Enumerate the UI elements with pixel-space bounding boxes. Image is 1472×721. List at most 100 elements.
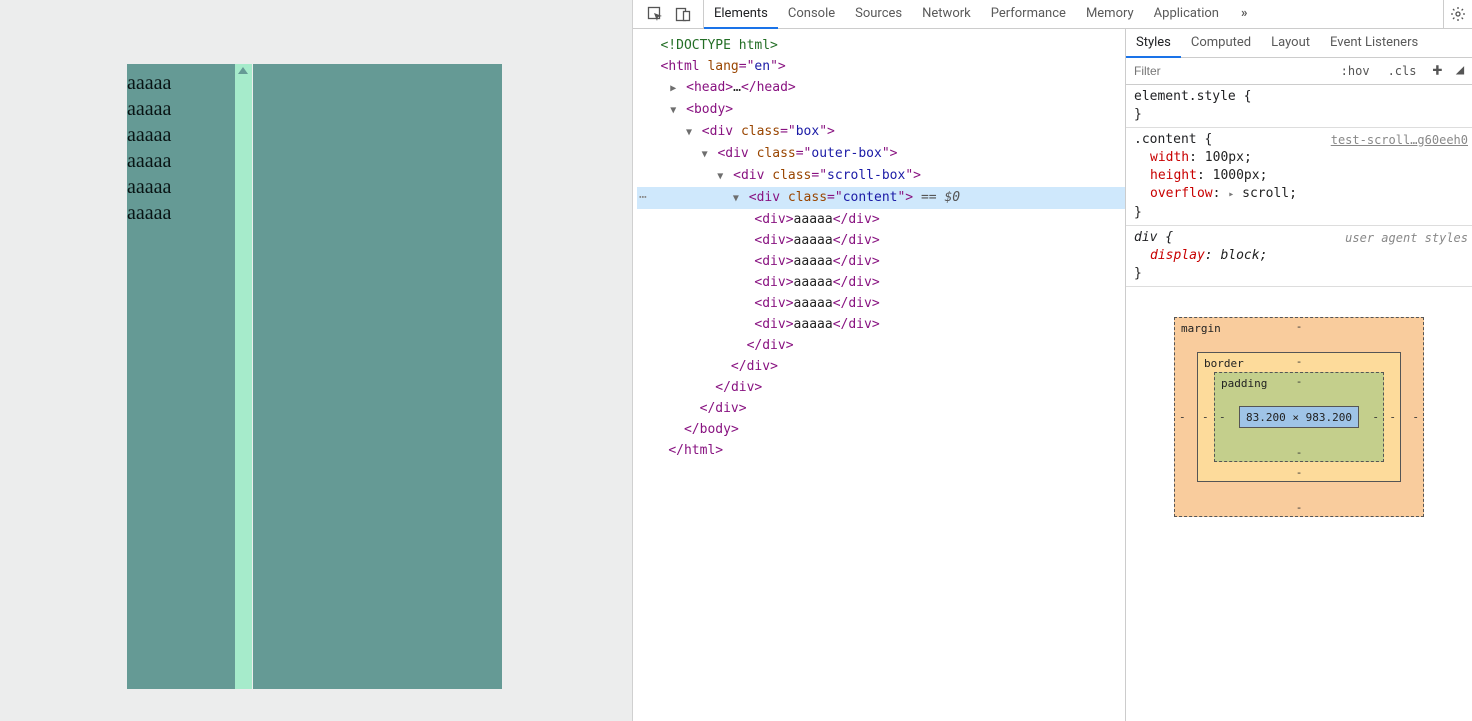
tab-application-label: Application [1154, 6, 1219, 21]
tag-name: div [762, 296, 785, 311]
text-node: aaaaa [794, 296, 833, 311]
settings-gear-icon[interactable] [1444, 0, 1472, 28]
side-tab-layout[interactable]: Layout [1261, 29, 1320, 58]
css-prop-value[interactable]: scroll [1242, 186, 1289, 201]
tab-memory[interactable]: Memory [1076, 0, 1144, 29]
box-model-border-right[interactable]: - [1389, 411, 1396, 424]
box-model-margin-top[interactable]: - [1296, 320, 1303, 333]
rule-source-link[interactable]: test-scroll…g60eeh0 [1331, 131, 1468, 149]
styles-filter-input[interactable] [1132, 63, 1327, 79]
box-model-border-left[interactable]: - [1202, 411, 1209, 424]
box-model-border-top[interactable]: - [1296, 355, 1303, 368]
dom-line[interactable]: <div class="outer-box"> [637, 143, 1125, 165]
rule-user-agent-div[interactable]: user agent styles div { display: block; … [1126, 226, 1472, 287]
expand-toggle-icon[interactable] [668, 99, 678, 121]
dom-line[interactable]: </body> [637, 419, 1125, 440]
expand-toggle-icon[interactable] [731, 187, 741, 209]
tab-elements[interactable]: Elements [704, 0, 778, 29]
expand-toggle-icon[interactable] [715, 165, 725, 187]
tag-name: div [747, 359, 770, 374]
box-model-margin-bottom[interactable]: - [1296, 501, 1303, 514]
css-prop-name[interactable]: width [1150, 150, 1189, 165]
dom-line-selected[interactable]: ⋯ <div class="content"> == $0 [637, 187, 1125, 209]
element-highlight-overlay: aaaaa aaaaa aaaaa aaaaa aaaaa aaaaa [127, 64, 502, 689]
dom-line[interactable]: </div> [637, 356, 1125, 377]
new-style-rule-button[interactable]: + [1430, 62, 1444, 80]
hov-toggle[interactable]: :hov [1337, 64, 1374, 78]
dom-line[interactable]: <div>aaaaa</div> [637, 314, 1125, 335]
inspect-element-icon[interactable] [641, 0, 669, 28]
expand-toggle-icon[interactable] [684, 121, 694, 143]
rule-content[interactable]: test-scroll…g60eeh0 .content { width: 10… [1126, 128, 1472, 226]
dom-line[interactable]: <head>…</head> [637, 77, 1125, 99]
css-prop-value[interactable]: 100px [1205, 150, 1244, 165]
cls-toggle[interactable]: .cls [1384, 64, 1421, 78]
box-model-margin-left[interactable]: - [1179, 411, 1186, 424]
box-model-content-size: 83.200 × 983.200 [1246, 411, 1352, 424]
dom-line[interactable]: <div>aaaaa</div> [637, 209, 1125, 230]
box-model-content[interactable]: 83.200 × 983.200 [1239, 406, 1359, 428]
css-prop-name[interactable]: overflow [1150, 186, 1213, 201]
dom-line[interactable]: <!DOCTYPE html> [637, 35, 1125, 56]
dom-line[interactable]: <div>aaaaa</div> [637, 272, 1125, 293]
doctype-text: <!DOCTYPE html> [660, 38, 777, 53]
dom-line[interactable]: <body> [637, 99, 1125, 121]
attr-value: scroll-box [827, 168, 905, 183]
styles-more-icon[interactable]: ◢ [1454, 66, 1466, 76]
css-prop-value[interactable]: 1000px [1213, 168, 1260, 183]
attr-name: lang [707, 59, 738, 74]
box-model-padding-bottom[interactable]: - [1296, 446, 1303, 459]
device-toolbar-icon[interactable] [669, 0, 697, 28]
dom-line[interactable]: </html> [637, 440, 1125, 461]
tag-name: div [848, 317, 871, 332]
box-model-padding[interactable]: padding - - - - 83.200 × 983.200 [1214, 372, 1384, 462]
tag-name: div [741, 168, 764, 183]
tab-application[interactable]: Application [1144, 0, 1229, 29]
side-tab-styles[interactable]: Styles [1126, 29, 1181, 58]
tab-sources[interactable]: Sources [845, 0, 912, 29]
expand-toggle-icon[interactable] [700, 143, 710, 165]
box-model-margin-right[interactable]: - [1412, 411, 1419, 424]
rendered-page-preview: aaaaa aaaaa aaaaa aaaaa aaaaa aaaaa [0, 0, 632, 721]
rule-source-ua: user agent styles [1345, 229, 1468, 247]
expand-toggle-icon[interactable] [668, 77, 678, 99]
tag-name: body [694, 102, 725, 117]
devtools-main-split: <!DOCTYPE html> <html lang="en"> <head>…… [633, 29, 1472, 721]
text-node: aaaaa [794, 275, 833, 290]
preview-row: aaaaa [127, 96, 171, 122]
css-prop-name[interactable]: height [1150, 168, 1197, 183]
box-model-border[interactable]: border - - - - padding - - - - [1197, 352, 1401, 482]
box-model-padding-right[interactable]: - [1372, 411, 1379, 424]
dom-line[interactable]: <div>aaaaa</div> [637, 293, 1125, 314]
shorthand-expand-icon[interactable]: ▸ [1228, 189, 1234, 200]
tab-performance-label: Performance [991, 6, 1066, 21]
box-model-padding-top[interactable]: - [1296, 375, 1303, 388]
elements-tree[interactable]: <!DOCTYPE html> <html lang="en"> <head>…… [633, 29, 1125, 721]
dom-line[interactable]: <html lang="en"> [637, 56, 1125, 77]
dom-line[interactable]: </div> [637, 335, 1125, 356]
text-node: aaaaa [794, 212, 833, 227]
tabs-overflow-button[interactable]: » [1231, 0, 1258, 29]
selection-marker-icon: ⋯ [639, 187, 647, 208]
preview-text-content: aaaaa aaaaa aaaaa aaaaa aaaaa aaaaa [127, 70, 171, 226]
tab-performance[interactable]: Performance [981, 0, 1076, 29]
tab-console[interactable]: Console [778, 0, 845, 29]
side-tab-event-listeners[interactable]: Event Listeners [1320, 29, 1428, 58]
style-rules: element.style { } test-scroll…g60eeh0 .c… [1126, 85, 1472, 287]
attr-name: class [757, 146, 796, 161]
dom-line[interactable]: <div class="box"> [637, 121, 1125, 143]
dom-line[interactable]: <div>aaaaa</div> [637, 230, 1125, 251]
tab-network[interactable]: Network [912, 0, 981, 29]
dom-line[interactable]: </div> [637, 377, 1125, 398]
tag-name: head [757, 80, 788, 95]
box-model-padding-left[interactable]: - [1219, 411, 1226, 424]
side-tab-computed[interactable]: Computed [1181, 29, 1261, 58]
dom-line[interactable]: </div> [637, 398, 1125, 419]
dom-line[interactable]: <div>aaaaa</div> [637, 251, 1125, 272]
rule-element-style[interactable]: element.style { } [1126, 85, 1472, 128]
devtools-top-tabs: Elements Console Sources Network Perform… [633, 0, 1472, 29]
tag-name: div [848, 233, 871, 248]
dom-line[interactable]: <div class="scroll-box"> [637, 165, 1125, 187]
box-model-border-bottom[interactable]: - [1296, 466, 1303, 479]
box-model-margin[interactable]: margin - - - - border - - - - padding [1174, 317, 1424, 517]
